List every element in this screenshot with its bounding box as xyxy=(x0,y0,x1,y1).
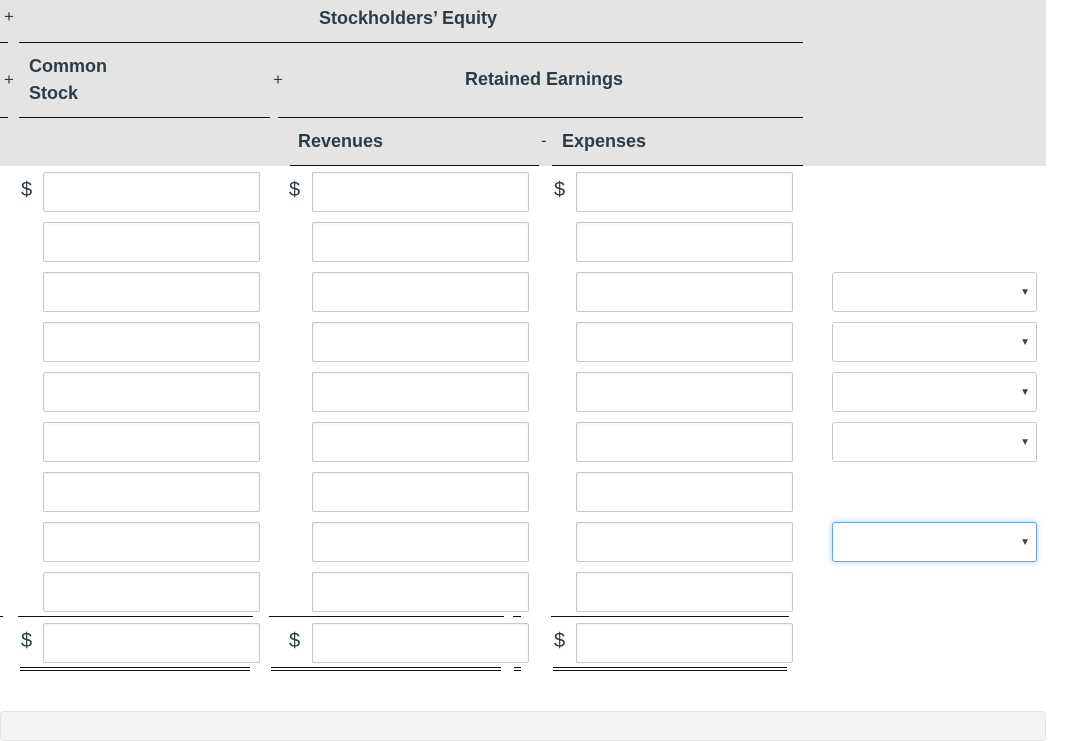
revenues-input[interactable] xyxy=(312,522,529,562)
chevron-down-icon: ▼ xyxy=(1020,437,1030,448)
expenses-input[interactable] xyxy=(576,172,793,212)
common-stock-input[interactable] xyxy=(43,272,260,312)
expenses-input[interactable] xyxy=(576,222,793,262)
double-underline xyxy=(514,667,521,671)
divider xyxy=(513,616,521,617)
common-stock-input[interactable] xyxy=(43,422,260,462)
divider xyxy=(269,616,504,617)
common-stock-heading-line2: Stock xyxy=(29,83,79,103)
divider xyxy=(0,42,8,43)
divider xyxy=(0,117,8,118)
dollar-sign: $ xyxy=(289,630,301,652)
common-stock-heading-line1: Common xyxy=(29,56,107,76)
plus-operator: + xyxy=(273,70,283,89)
dollar-sign: $ xyxy=(554,179,566,201)
chevron-down-icon: ▼ xyxy=(1020,387,1030,398)
revenues-input[interactable] xyxy=(312,572,529,612)
revenues-input[interactable] xyxy=(312,322,529,362)
common-stock-input[interactable] xyxy=(43,572,260,612)
divider xyxy=(290,165,539,166)
revenues-input[interactable] xyxy=(312,172,529,212)
expenses-input[interactable] xyxy=(576,522,793,562)
stockholders-equity-heading: Stockholders’ Equity xyxy=(319,8,498,28)
account-dropdown[interactable]: ▼ xyxy=(832,422,1037,462)
expenses-input[interactable] xyxy=(576,472,793,512)
total-expenses-input[interactable] xyxy=(576,623,793,663)
divider xyxy=(18,616,253,617)
dollar-sign: $ xyxy=(21,630,33,652)
account-dropdown[interactable]: ▼ xyxy=(832,322,1037,362)
dollar-sign: $ xyxy=(554,630,566,652)
divider xyxy=(19,117,270,118)
revenues-input[interactable] xyxy=(312,472,529,512)
common-stock-input[interactable] xyxy=(43,172,260,212)
expenses-input[interactable] xyxy=(576,422,793,462)
chevron-down-icon: ▼ xyxy=(1020,337,1030,348)
chevron-down-icon: ▼ xyxy=(1020,287,1030,298)
plus-operator: + xyxy=(4,7,14,26)
retained-earnings-heading: Retained Earnings xyxy=(465,69,624,89)
expenses-input[interactable] xyxy=(576,322,793,362)
plus-operator: + xyxy=(4,70,14,89)
double-underline xyxy=(553,667,787,671)
divider xyxy=(19,42,803,43)
divider xyxy=(0,616,3,617)
footer-panel xyxy=(0,711,1046,741)
divider xyxy=(551,616,789,617)
chevron-down-icon: ▼ xyxy=(1020,537,1030,548)
account-dropdown[interactable]: ▼ xyxy=(832,372,1037,412)
common-stock-input[interactable] xyxy=(43,222,260,262)
common-stock-input[interactable] xyxy=(43,322,260,362)
common-stock-input[interactable] xyxy=(43,472,260,512)
account-dropdown[interactable]: ▼ xyxy=(832,522,1037,562)
revenues-input[interactable] xyxy=(312,222,529,262)
revenues-input[interactable] xyxy=(312,372,529,412)
common-stock-input[interactable] xyxy=(43,522,260,562)
divider xyxy=(552,165,803,166)
divider xyxy=(278,117,803,118)
expenses-input[interactable] xyxy=(576,272,793,312)
expenses-input[interactable] xyxy=(576,572,793,612)
dollar-sign: $ xyxy=(289,179,301,201)
expenses-heading: Expenses xyxy=(562,131,647,151)
expenses-input[interactable] xyxy=(576,372,793,412)
revenues-input[interactable] xyxy=(312,422,529,462)
total-common-stock-input[interactable] xyxy=(43,623,260,663)
double-underline xyxy=(271,667,501,671)
minus-operator: - xyxy=(541,131,547,150)
account-dropdown[interactable]: ▼ xyxy=(832,272,1037,312)
revenues-heading: Revenues xyxy=(298,131,384,151)
common-stock-input[interactable] xyxy=(43,372,260,412)
dollar-sign: $ xyxy=(21,179,33,201)
total-revenues-input[interactable] xyxy=(312,623,529,663)
revenues-input[interactable] xyxy=(312,272,529,312)
double-underline xyxy=(20,667,250,671)
